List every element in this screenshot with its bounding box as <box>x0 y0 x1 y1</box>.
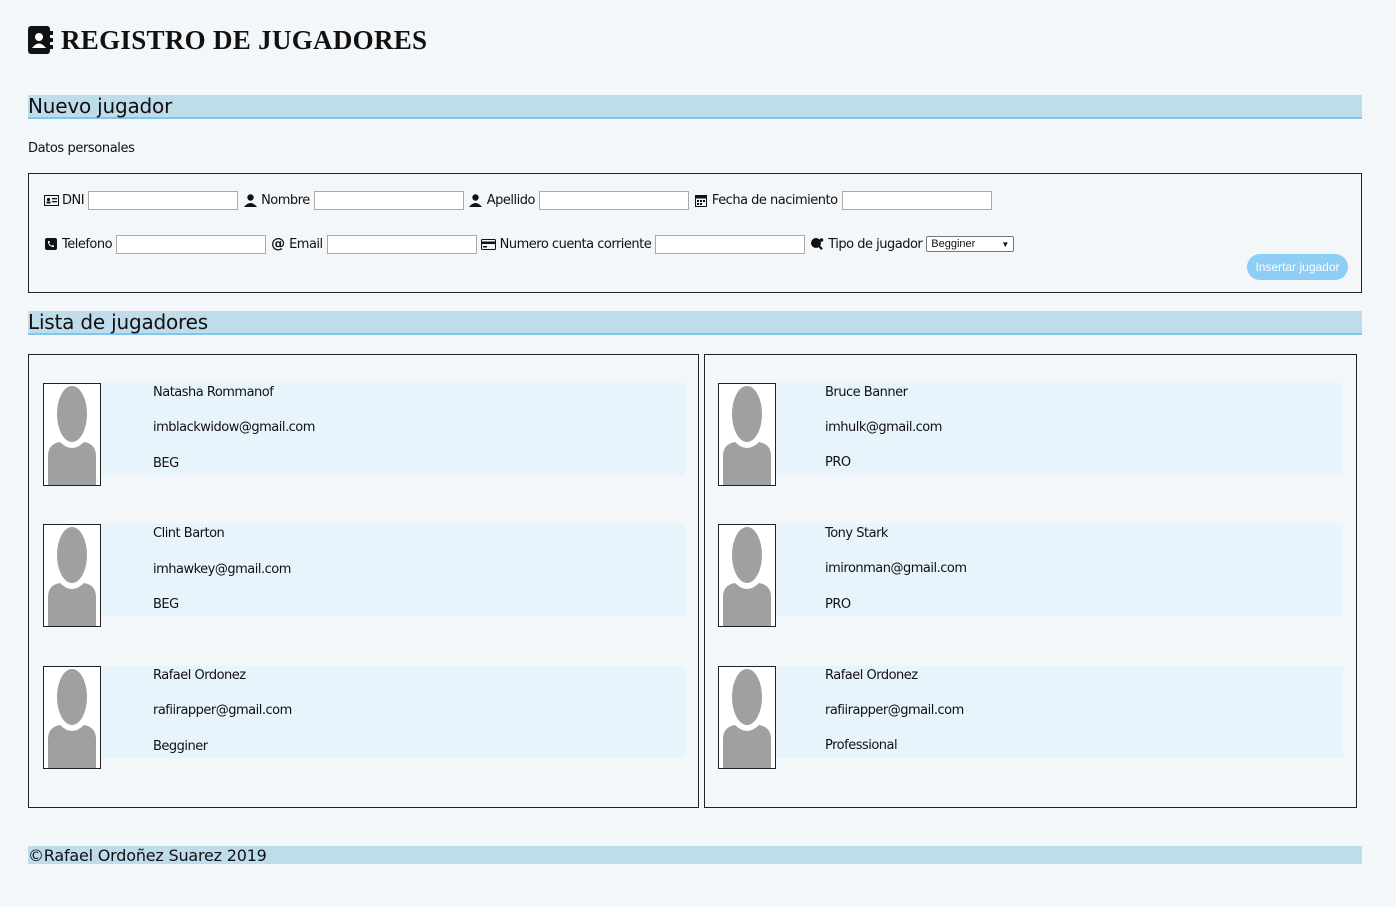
dni-label: DNI <box>62 192 85 208</box>
player-name: Natasha Rommanof <box>153 385 274 400</box>
avatar-placeholder-icon <box>43 524 101 627</box>
form-subtitle: Datos personales <box>28 141 135 156</box>
credit-card-icon <box>481 237 497 251</box>
player-card: Clint Barton imhawkey@gmail.com BEG <box>43 524 685 627</box>
cuenta-input[interactable] <box>655 234 806 254</box>
page-title: REGISTRO DE JUGADORES <box>61 24 428 55</box>
footer: ©Rafael Ordoñez Suarez 2019 <box>28 845 1362 865</box>
player-card: Bruce Banner imhulk@gmail.com PRO <box>718 383 1343 486</box>
telefono-label: Telefono <box>62 236 113 252</box>
player-level: PRO <box>825 597 851 612</box>
player-email: rafiirapper@gmail.com <box>825 703 964 718</box>
player-card: Rafael Ordonez rafiirapper@gmail.com Pro… <box>718 666 1343 769</box>
player-card: Rafael Ordonez rafiirapper@gmail.com Beg… <box>43 666 685 769</box>
player-name: Bruce Banner <box>825 385 908 400</box>
ping-pong-icon <box>809 237 825 251</box>
player-email: imhawkey@gmail.com <box>153 562 291 577</box>
copyright-text: ©Rafael Ordoñez Suarez 2019 <box>28 845 267 865</box>
fecha-field-group: Fecha de nacimiento <box>693 190 992 210</box>
id-card-icon <box>43 193 59 207</box>
section-bar-new-player: Nuevo jugador <box>28 94 1362 119</box>
fecha-label: Fecha de nacimiento <box>711 192 838 208</box>
dni-field-group: DNI <box>43 190 239 210</box>
player-level: BEG <box>153 597 179 612</box>
player-name: Clint Barton <box>153 526 225 541</box>
player-name: Tony Stark <box>825 526 888 541</box>
tipo-select[interactable]: Begginer ▼ <box>926 236 1015 252</box>
user-icon <box>242 193 258 207</box>
player-email: imironman@gmail.com <box>825 561 967 576</box>
telefono-field-group: Telefono <box>43 234 267 254</box>
player-level: Begginer <box>153 739 208 754</box>
player-level: BEG <box>153 456 179 471</box>
fecha-input[interactable] <box>841 190 992 210</box>
tipo-label: Tipo de jugador <box>828 236 923 252</box>
cuenta-label: Numero cuenta corriente <box>499 236 652 252</box>
player-list-right: Bruce Banner imhulk@gmail.com PRO Tony S… <box>704 354 1357 808</box>
user-icon <box>468 193 484 207</box>
page-header: REGISTRO DE JUGADORES <box>28 24 427 56</box>
player-email: imblackwidow@gmail.com <box>153 420 315 435</box>
calendar-icon <box>693 193 709 207</box>
email-field-group: @ Email <box>270 234 477 254</box>
player-name: Rafael Ordonez <box>825 668 918 683</box>
player-level: Professional <box>825 738 898 753</box>
avatar-placeholder-icon <box>43 666 101 769</box>
apellido-label: Apellido <box>486 192 536 208</box>
tipo-select-value: Begginer <box>931 238 976 250</box>
apellido-field-group: Apellido <box>468 190 689 210</box>
player-email: imhulk@gmail.com <box>825 420 942 435</box>
avatar-placeholder-icon <box>43 383 101 486</box>
telefono-input[interactable] <box>116 234 267 254</box>
cuenta-field-group: Numero cuenta corriente <box>481 234 806 254</box>
player-card: Tony Stark imironman@gmail.com PRO <box>718 524 1343 627</box>
player-level: PRO <box>825 455 851 470</box>
avatar-placeholder-icon <box>718 666 776 769</box>
avatar-placeholder-icon <box>718 383 776 486</box>
nombre-label: Nombre <box>261 192 310 208</box>
nombre-input[interactable] <box>313 190 464 210</box>
form-row-2: Telefono @ Email Numero cuenta corriente… <box>43 234 1018 254</box>
player-email: rafiirapper@gmail.com <box>153 703 292 718</box>
section-heading-player-list: Lista de jugadores <box>28 310 208 334</box>
dropdown-arrow-icon: ▼ <box>1001 239 1010 249</box>
address-book-icon <box>28 26 53 54</box>
section-heading-new-player: Nuevo jugador <box>28 94 173 118</box>
apellido-input[interactable] <box>538 190 689 210</box>
avatar-placeholder-icon <box>718 524 776 627</box>
form-row-1: DNI Nombre Apellido Fecha de nacimiento <box>43 190 996 210</box>
section-bar-player-list: Lista de jugadores <box>28 310 1362 335</box>
at-icon: @ <box>271 236 286 252</box>
new-player-form: DNI Nombre Apellido Fecha de nacimiento <box>28 173 1362 293</box>
email-label: Email <box>289 236 323 252</box>
dni-input[interactable] <box>88 190 239 210</box>
player-card: Natasha Rommanof imblackwidow@gmail.com … <box>43 383 685 486</box>
email-input[interactable] <box>326 234 477 254</box>
phone-icon <box>43 237 59 251</box>
tipo-field-group: Tipo de jugador Begginer ▼ <box>809 236 1015 252</box>
nombre-field-group: Nombre <box>242 190 464 210</box>
player-name: Rafael Ordonez <box>153 668 246 683</box>
insert-player-button[interactable]: Insertar jugador <box>1247 254 1348 280</box>
player-list-left: Natasha Rommanof imblackwidow@gmail.com … <box>28 354 699 808</box>
